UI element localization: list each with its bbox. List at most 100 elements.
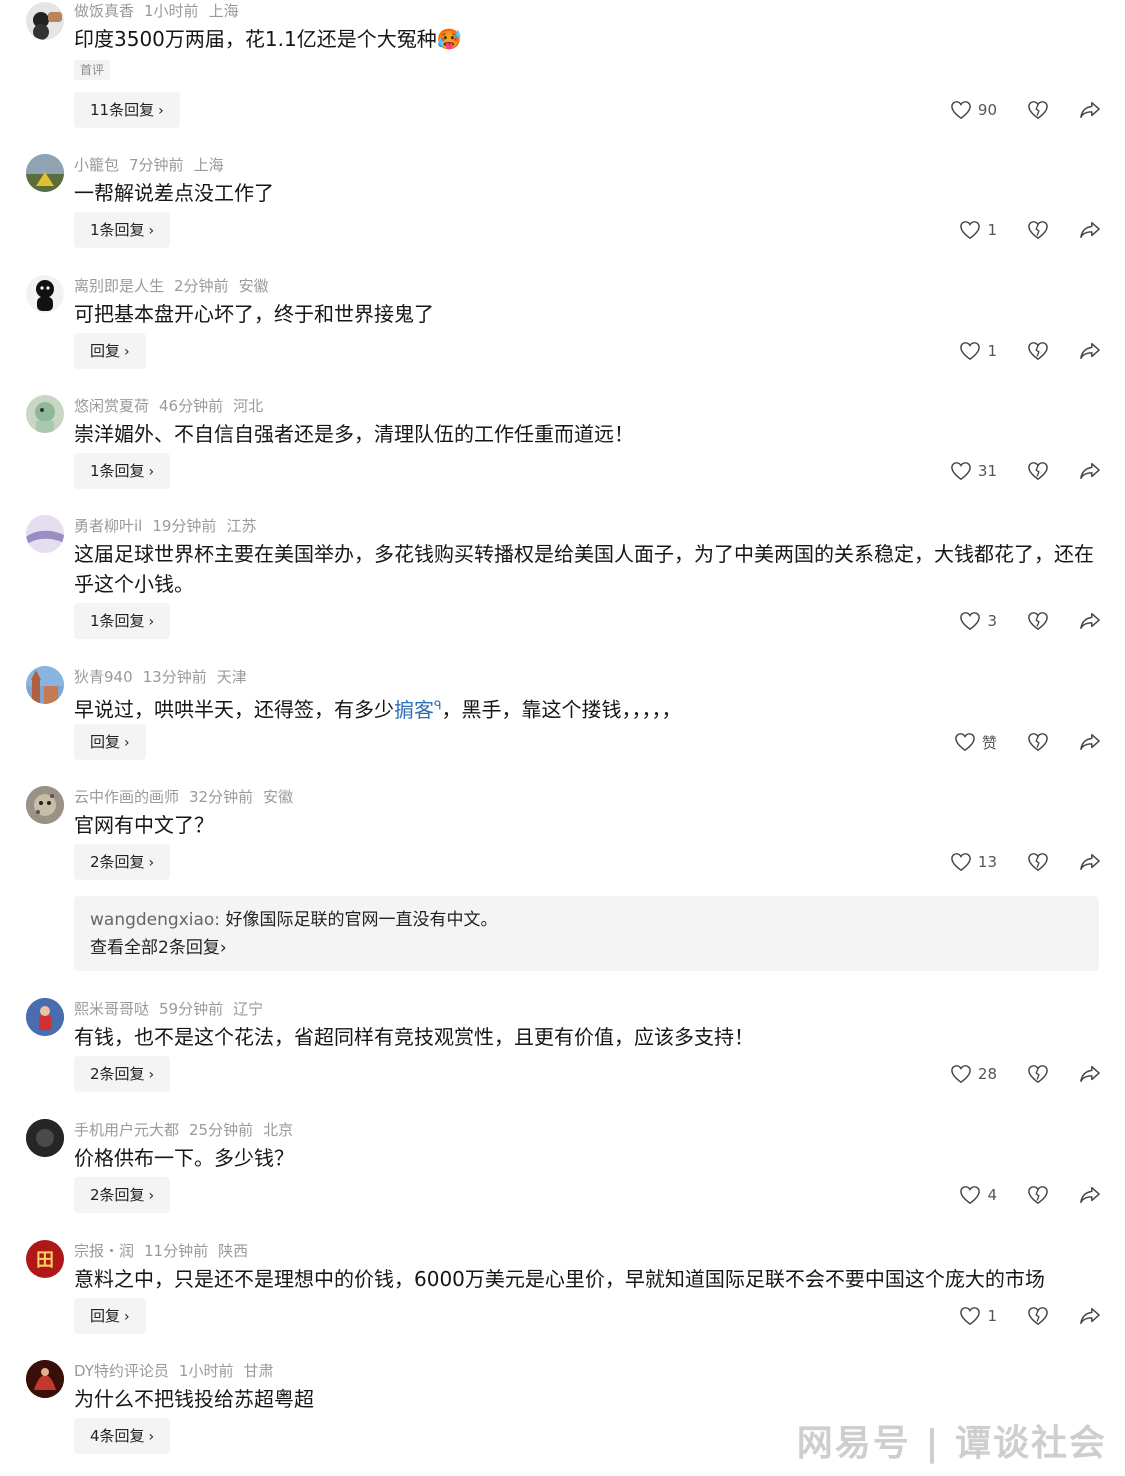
like-button[interactable]: 1 <box>959 1306 997 1326</box>
share-button[interactable] <box>1079 461 1101 481</box>
comment-meta: 熙米哥哥哒 59分钟前 辽宁 <box>74 998 273 1020</box>
view-replies-button[interactable]: 2条回复 › <box>74 844 171 880</box>
dislike-button[interactable] <box>1027 461 1049 481</box>
share-button[interactable] <box>1079 1306 1101 1326</box>
share-button[interactable] <box>1079 341 1101 361</box>
view-replies-button[interactable]: 回复 › <box>74 333 146 369</box>
view-replies-button[interactable]: 11条回复 › <box>74 92 180 128</box>
username[interactable]: 勇者柳叶il <box>74 517 142 535</box>
share-button[interactable] <box>1079 852 1101 872</box>
timestamp: 25分钟前 <box>189 1121 254 1139</box>
reply-preview[interactable]: wangdengxiao: 好像国际足联的官网一直没有中文。 查看全部2条回复› <box>74 896 1099 971</box>
comment-text: 意料之中，只是还不是理想中的价钱，6000万美元是心里价，早就知道国际足联不会不… <box>74 1267 1045 1291</box>
comment-actions: 13 <box>950 844 1101 880</box>
like-count: 28 <box>977 1065 997 1083</box>
share-button[interactable] <box>1079 732 1101 752</box>
like-button[interactable]: 4 <box>959 1185 997 1205</box>
emoji-icon: 🥵 <box>436 27 462 51</box>
broken-heart-icon <box>1028 1186 1048 1205</box>
comment-meta: 做饭真香 1小时前 上海 <box>74 0 249 22</box>
avatar[interactable] <box>26 666 64 704</box>
heart-icon <box>951 101 971 120</box>
dislike-button[interactable] <box>1027 1306 1049 1326</box>
view-all-replies-link[interactable]: 查看全部2条回复› <box>90 934 1083 962</box>
dislike-button[interactable] <box>1027 852 1049 872</box>
view-replies-button[interactable]: 4条回复 › <box>74 1418 171 1454</box>
avatar[interactable] <box>26 998 64 1036</box>
dislike-button[interactable] <box>1027 220 1049 240</box>
comment-meta: 悠闲赏夏荷 46分钟前 河北 <box>74 395 273 417</box>
dislike-button[interactable] <box>1027 341 1049 361</box>
dislike-button[interactable] <box>1027 732 1049 752</box>
username[interactable]: 手机用户元大都 <box>74 1121 179 1139</box>
avatar[interactable] <box>26 1360 64 1398</box>
share-button[interactable] <box>1079 1064 1101 1084</box>
dislike-button[interactable] <box>1027 100 1049 120</box>
like-button[interactable]: 28 <box>950 1064 997 1084</box>
avatar[interactable] <box>26 154 64 192</box>
username[interactable]: 小籠包 <box>74 156 119 174</box>
username[interactable]: 做饭真香 <box>74 2 134 20</box>
timestamp: 1小时前 <box>178 1362 234 1380</box>
location: 天津 <box>216 668 247 686</box>
location: 甘肃 <box>243 1362 274 1380</box>
heart-icon <box>960 1186 981 1205</box>
timestamp: 2分钟前 <box>174 277 229 295</box>
comment-meta: 离别即是人生 2分钟前 安徽 <box>74 275 279 297</box>
view-replies-button[interactable]: 2条回复 › <box>74 1056 171 1092</box>
username[interactable]: 云中作画的画师 <box>74 788 179 806</box>
like-button[interactable]: 31 <box>950 461 997 481</box>
comment-meta: 勇者柳叶il 19分钟前 江苏 <box>74 515 266 537</box>
comment-actions: 90 <box>950 92 1101 128</box>
dislike-button[interactable] <box>1027 1185 1049 1205</box>
username[interactable]: DY特约评论员 <box>74 1362 169 1380</box>
view-replies-button[interactable]: 1条回复 › <box>74 453 171 489</box>
search-icon: ᑫ <box>434 698 442 712</box>
comment-text: 印度3500万两届，花1.1亿还是个大冤种🥵 <box>74 27 462 51</box>
avatar[interactable] <box>26 786 64 824</box>
view-replies-button[interactable]: 回复 › <box>74 724 146 760</box>
username[interactable]: 离别即是人生 <box>74 277 164 295</box>
share-button[interactable] <box>1079 1185 1101 1205</box>
avatar[interactable] <box>26 395 64 433</box>
share-icon <box>1080 463 1100 479</box>
share-icon <box>1080 102 1100 119</box>
avatar[interactable] <box>26 1119 64 1157</box>
reply-username[interactable]: wangdengxiao: <box>90 910 220 930</box>
username[interactable]: 熙米哥哥哒 <box>74 1000 149 1018</box>
username[interactable]: 悠闲赏夏荷 <box>74 397 149 415</box>
dislike-button[interactable] <box>1027 611 1049 631</box>
location: 江苏 <box>226 517 257 535</box>
avatar[interactable] <box>26 275 64 313</box>
keyword-link[interactable]: 掮客ᑫ <box>394 698 442 722</box>
like-button[interactable]: 90 <box>950 100 997 120</box>
view-replies-button[interactable]: 1条回复 › <box>74 603 171 639</box>
like-button[interactable]: 1 <box>959 341 997 361</box>
timestamp: 13分钟前 <box>142 668 207 686</box>
location: 辽宁 <box>233 1000 264 1018</box>
heart-icon <box>951 853 971 872</box>
share-button[interactable] <box>1079 220 1101 240</box>
location: 上海 <box>208 2 239 20</box>
like-button[interactable]: 1 <box>959 220 997 240</box>
avatar[interactable] <box>26 515 64 553</box>
like-button[interactable]: 赞 <box>954 732 997 753</box>
view-replies-button[interactable]: 回复 › <box>74 1298 146 1334</box>
avatar[interactable] <box>26 2 64 40</box>
share-button[interactable] <box>1079 100 1101 120</box>
like-button[interactable]: 3 <box>959 611 997 631</box>
avatar-emblem: 田 <box>36 1250 54 1271</box>
chevron-right-icon: › <box>124 1309 130 1325</box>
comment-meta: DY特约评论员 1小时前 甘肃 <box>74 1360 283 1382</box>
avatar[interactable]: 田 <box>26 1240 64 1278</box>
heart-icon <box>951 1065 971 1084</box>
view-replies-button[interactable]: 2条回复 › <box>74 1177 171 1213</box>
share-button[interactable] <box>1079 611 1101 631</box>
username[interactable]: 狄青940 <box>74 668 133 686</box>
like-button[interactable]: 13 <box>950 852 997 872</box>
dislike-button[interactable] <box>1027 1064 1049 1084</box>
broken-heart-icon <box>1028 1065 1048 1084</box>
username[interactable]: 宗报・润 <box>74 1242 134 1260</box>
view-replies-button[interactable]: 1条回复 › <box>74 212 171 248</box>
comment-text: 崇洋媚外、不自信自强者还是多，清理队伍的工作任重而道远！ <box>74 422 634 446</box>
